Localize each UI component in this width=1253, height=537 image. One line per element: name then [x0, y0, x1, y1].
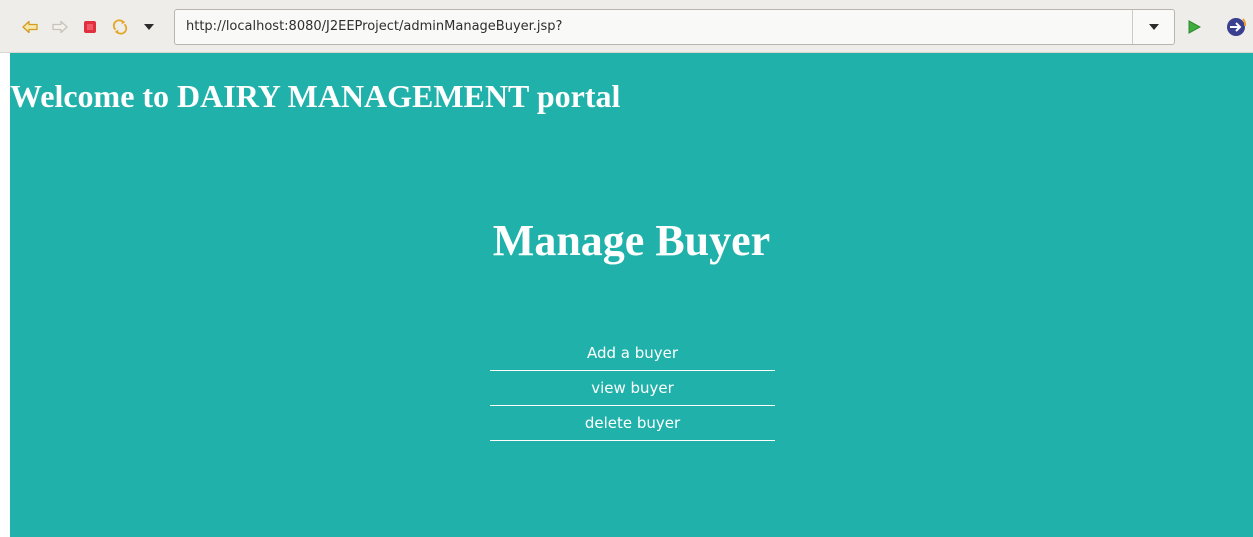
eclipse-icon[interactable] [1226, 17, 1246, 37]
menu-item: delete buyer [490, 406, 775, 441]
browser-toolbar: http://localhost:8080/J2EEProject/adminM… [0, 0, 1253, 53]
page-left-margin [0, 53, 10, 537]
url-field[interactable]: http://localhost:8080/J2EEProject/adminM… [174, 9, 1175, 45]
dropdown-icon[interactable] [141, 19, 157, 35]
view-buyer-link[interactable]: view buyer [591, 379, 674, 397]
go-icon[interactable] [1186, 19, 1202, 35]
menu-item: view buyer [490, 371, 775, 406]
stop-icon[interactable] [82, 19, 98, 35]
url-dropdown-icon[interactable] [1133, 10, 1174, 44]
add-buyer-link[interactable]: Add a buyer [587, 344, 678, 362]
manage-buyer-menu: Add a buyer view buyer delete buyer [490, 336, 775, 441]
back-arrow-icon[interactable] [22, 19, 38, 35]
refresh-icon[interactable] [112, 19, 128, 35]
delete-buyer-link[interactable]: delete buyer [585, 414, 680, 432]
welcome-heading: Welcome to DAIRY MANAGEMENT portal [10, 78, 621, 114]
page-content: Welcome to DAIRY MANAGEMENT portal Manag… [10, 53, 1253, 537]
page-title: Manage Buyer [492, 216, 771, 265]
forward-arrow-icon[interactable] [52, 19, 68, 35]
url-text[interactable]: http://localhost:8080/J2EEProject/adminM… [186, 10, 562, 44]
menu-item: Add a buyer [490, 336, 775, 371]
